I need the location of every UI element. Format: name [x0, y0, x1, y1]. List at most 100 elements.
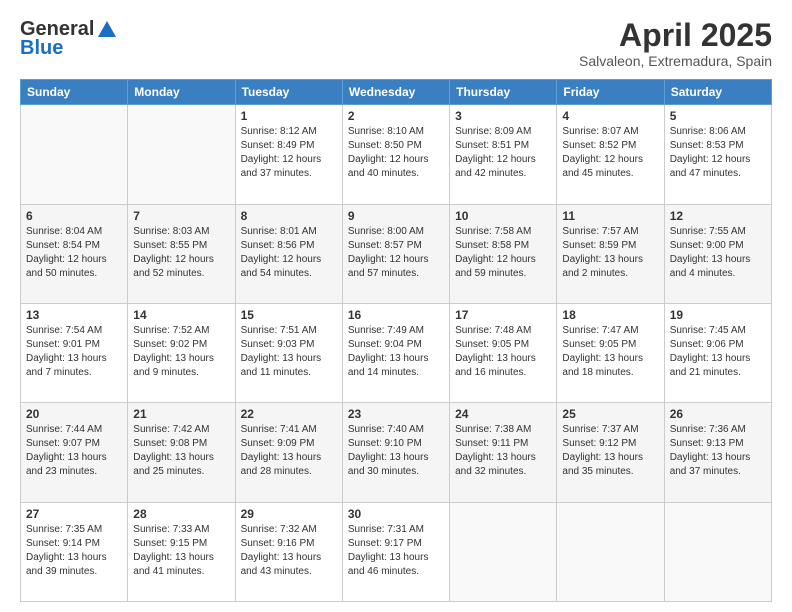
calendar-cell: 10 Sunrise: 7:58 AMSunset: 8:58 PMDayligh…	[450, 204, 557, 303]
day-number: 5	[670, 109, 766, 123]
logo-icon	[96, 19, 118, 41]
day-number: 18	[562, 308, 658, 322]
subtitle: Salvaleon, Extremadura, Spain	[579, 53, 772, 69]
day-info: Sunrise: 7:57 AMSunset: 8:59 PMDaylight:…	[562, 225, 658, 281]
day-number: 30	[348, 507, 444, 521]
day-number: 9	[348, 209, 444, 223]
day-number: 22	[241, 407, 337, 421]
day-number: 6	[26, 209, 122, 223]
day-info: Sunrise: 7:33 AMSunset: 9:15 PMDaylight:…	[133, 523, 229, 579]
calendar-cell: 29Sunrise: 7:32 AMSunset: 9:16 PMDayligh…	[235, 502, 342, 601]
day-info: Sunrise: 7:51 AMSunset: 9:03 PMDaylight:…	[241, 324, 337, 380]
day-info: Sunrise: 8:00 AMSunset: 8:57 PMDaylight:…	[348, 225, 444, 281]
col-sunday: Sunday	[21, 80, 128, 105]
calendar-week-row: 20 Sunrise: 7:44 AMSunset: 9:07 PMDayligh…	[21, 403, 772, 502]
calendar-cell: 4 Sunrise: 8:07 AMSunset: 8:52 PMDaylight…	[557, 105, 664, 204]
title-area: April 2025 Salvaleon, Extremadura, Spain	[579, 18, 772, 69]
calendar-cell: 8Sunrise: 8:01 AMSunset: 8:56 PMDaylight…	[235, 204, 342, 303]
calendar-cell: 16 Sunrise: 7:49 AMSunset: 9:04 PMDayligh…	[342, 303, 449, 402]
calendar-cell	[128, 105, 235, 204]
day-number: 24	[455, 407, 551, 421]
day-info: Sunrise: 7:38 AMSunset: 9:11 PMDaylight:…	[455, 423, 551, 479]
day-info: Sunrise: 7:31 AMSunset: 9:17 PMDaylight:…	[348, 523, 444, 579]
calendar-cell: 25Sunrise: 7:37 AMSunset: 9:12 PMDayligh…	[557, 403, 664, 502]
day-number: 7	[133, 209, 229, 223]
day-info: Sunrise: 8:12 AMSunset: 8:49 PMDaylight:…	[241, 125, 337, 181]
day-number: 28	[133, 507, 229, 521]
calendar-cell	[664, 502, 771, 601]
day-number: 3	[455, 109, 551, 123]
col-saturday: Saturday	[664, 80, 771, 105]
calendar-cell: 28 Sunrise: 7:33 AMSunset: 9:15 PMDayligh…	[128, 502, 235, 601]
calendar-cell	[557, 502, 664, 601]
calendar-cell: 6 Sunrise: 8:04 AMSunset: 8:54 PMDaylight…	[21, 204, 128, 303]
day-number: 23	[348, 407, 444, 421]
calendar-cell: 2 Sunrise: 8:10 AMSunset: 8:50 PMDaylight…	[342, 105, 449, 204]
day-info: Sunrise: 8:03 AMSunset: 8:55 PMDaylight:…	[133, 225, 229, 281]
calendar-cell: 1Sunrise: 8:12 AMSunset: 8:49 PMDaylight…	[235, 105, 342, 204]
day-info: Sunrise: 7:44 AMSunset: 9:07 PMDaylight:…	[26, 423, 122, 479]
calendar-week-row: 13 Sunrise: 7:54 AMSunset: 9:01 PMDayligh…	[21, 303, 772, 402]
calendar-week-row: 1Sunrise: 8:12 AMSunset: 8:49 PMDaylight…	[21, 105, 772, 204]
day-info: Sunrise: 7:47 AMSunset: 9:05 PMDaylight:…	[562, 324, 658, 380]
calendar-cell: 19 Sunrise: 7:45 AMSunset: 9:06 PMDayligh…	[664, 303, 771, 402]
calendar-cell	[450, 502, 557, 601]
day-info: Sunrise: 7:58 AMSunset: 8:58 PMDaylight:…	[455, 225, 551, 281]
day-number: 16	[348, 308, 444, 322]
day-info: Sunrise: 7:36 AMSunset: 9:13 PMDaylight:…	[670, 423, 766, 479]
col-wednesday: Wednesday	[342, 80, 449, 105]
day-info: Sunrise: 8:07 AMSunset: 8:52 PMDaylight:…	[562, 125, 658, 181]
calendar-cell: 18 Sunrise: 7:47 AMSunset: 9:05 PMDayligh…	[557, 303, 664, 402]
col-thursday: Thursday	[450, 80, 557, 105]
day-info: Sunrise: 7:52 AMSunset: 9:02 PMDaylight:…	[133, 324, 229, 380]
day-info: Sunrise: 7:49 AMSunset: 9:04 PMDaylight:…	[348, 324, 444, 380]
calendar-cell: 15 Sunrise: 7:51 AMSunset: 9:03 PMDayligh…	[235, 303, 342, 402]
day-info: Sunrise: 7:54 AMSunset: 9:01 PMDaylight:…	[26, 324, 122, 380]
header: General Blue April 2025 Salvaleon, Extre…	[20, 18, 772, 69]
day-number: 2	[348, 109, 444, 123]
calendar-cell: 9 Sunrise: 8:00 AMSunset: 8:57 PMDaylight…	[342, 204, 449, 303]
calendar-cell: 27Sunrise: 7:35 AMSunset: 9:14 PMDayligh…	[21, 502, 128, 601]
day-number: 15	[241, 308, 337, 322]
calendar-cell: 11Sunrise: 7:57 AMSunset: 8:59 PMDayligh…	[557, 204, 664, 303]
day-info: Sunrise: 7:45 AMSunset: 9:06 PMDaylight:…	[670, 324, 766, 380]
calendar-cell: 21 Sunrise: 7:42 AMSunset: 9:08 PMDayligh…	[128, 403, 235, 502]
day-info: Sunrise: 7:40 AMSunset: 9:10 PMDaylight:…	[348, 423, 444, 479]
calendar-cell: 13 Sunrise: 7:54 AMSunset: 9:01 PMDayligh…	[21, 303, 128, 402]
main-title: April 2025	[579, 18, 772, 53]
day-info: Sunrise: 8:10 AMSunset: 8:50 PMDaylight:…	[348, 125, 444, 181]
day-number: 8	[241, 209, 337, 223]
col-monday: Monday	[128, 80, 235, 105]
day-number: 17	[455, 308, 551, 322]
day-number: 29	[241, 507, 337, 521]
day-number: 21	[133, 407, 229, 421]
day-number: 20	[26, 407, 122, 421]
logo: General Blue	[20, 18, 118, 60]
calendar-cell: 20 Sunrise: 7:44 AMSunset: 9:07 PMDayligh…	[21, 403, 128, 502]
calendar-cell: 3Sunrise: 8:09 AMSunset: 8:51 PMDaylight…	[450, 105, 557, 204]
day-info: Sunrise: 8:06 AMSunset: 8:53 PMDaylight:…	[670, 125, 766, 181]
calendar-cell: 17 Sunrise: 7:48 AMSunset: 9:05 PMDayligh…	[450, 303, 557, 402]
day-number: 10	[455, 209, 551, 223]
day-number: 14	[133, 308, 229, 322]
day-number: 26	[670, 407, 766, 421]
day-info: Sunrise: 8:04 AMSunset: 8:54 PMDaylight:…	[26, 225, 122, 281]
day-number: 12	[670, 209, 766, 223]
day-info: Sunrise: 7:55 AMSunset: 9:00 PMDaylight:…	[670, 225, 766, 281]
calendar-week-row: 27Sunrise: 7:35 AMSunset: 9:14 PMDayligh…	[21, 502, 772, 601]
calendar-week-row: 6 Sunrise: 8:04 AMSunset: 8:54 PMDaylight…	[21, 204, 772, 303]
calendar-cell: 5 Sunrise: 8:06 AMSunset: 8:53 PMDaylight…	[664, 105, 771, 204]
day-number: 19	[670, 308, 766, 322]
day-number: 4	[562, 109, 658, 123]
day-number: 13	[26, 308, 122, 322]
calendar-cell: 30 Sunrise: 7:31 AMSunset: 9:17 PMDayligh…	[342, 502, 449, 601]
calendar-cell: 7 Sunrise: 8:03 AMSunset: 8:55 PMDaylight…	[128, 204, 235, 303]
day-info: Sunrise: 7:42 AMSunset: 9:08 PMDaylight:…	[133, 423, 229, 479]
calendar-cell: 23 Sunrise: 7:40 AMSunset: 9:10 PMDayligh…	[342, 403, 449, 502]
calendar-cell: 26 Sunrise: 7:36 AMSunset: 9:13 PMDayligh…	[664, 403, 771, 502]
logo-blue-text: Blue	[20, 37, 63, 60]
day-info: Sunrise: 7:48 AMSunset: 9:05 PMDaylight:…	[455, 324, 551, 380]
calendar-cell: 12 Sunrise: 7:55 AMSunset: 9:00 PMDayligh…	[664, 204, 771, 303]
day-number: 25	[562, 407, 658, 421]
day-number: 27	[26, 507, 122, 521]
